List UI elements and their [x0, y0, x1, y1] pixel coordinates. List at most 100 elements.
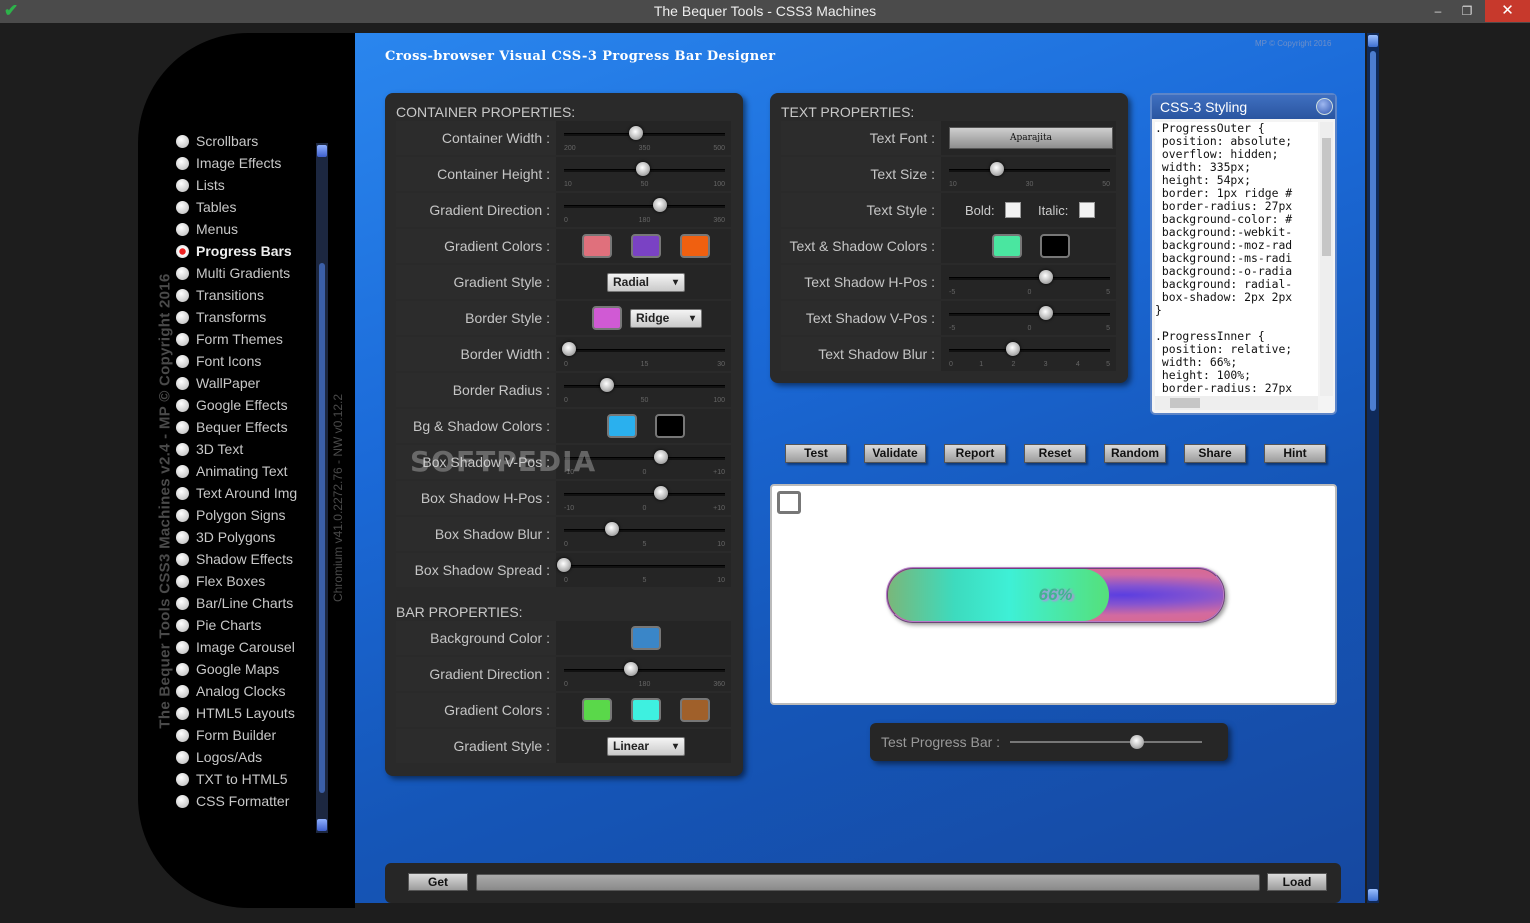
radio-icon[interactable] [176, 750, 189, 764]
radio-icon[interactable] [176, 574, 189, 588]
text-shadow-blur-slider[interactable]: 0 1 2 3 4 5 [949, 341, 1110, 368]
sidebar-item-wallpaper[interactable]: WallPaper [170, 372, 297, 394]
box-shadow-spread-slider[interactable]: 0 5 10 [557, 557, 725, 584]
radio-icon[interactable] [176, 728, 189, 742]
sidebar-item-multi-gradients[interactable]: Multi Gradients [170, 262, 297, 284]
sidebar-item-text-around-img[interactable]: Text Around Img [170, 482, 297, 504]
main-scroll-thumb[interactable] [1370, 51, 1376, 411]
url-field[interactable] [476, 874, 1260, 891]
gradient-style-select[interactable]: Radial [607, 273, 685, 292]
text-font-button[interactable]: Aparajita [949, 127, 1113, 149]
border-style-select[interactable]: Ridge [630, 309, 702, 328]
italic-checkbox[interactable] [1079, 202, 1095, 218]
shadow-color-swatch[interactable] [655, 414, 685, 438]
maximize-button[interactable]: ❐ [1458, 0, 1476, 22]
bar-gradient-color-3-swatch[interactable] [680, 698, 710, 722]
sidebar-item-image-effects[interactable]: Image Effects [170, 152, 297, 174]
sidebar-item-transforms[interactable]: Transforms [170, 306, 297, 328]
container-width-slider[interactable]: 200 350 500 [564, 125, 725, 152]
sidebar-item-logos-ads[interactable]: Logos/Ads [170, 746, 297, 768]
minimize-button[interactable]: – [1430, 0, 1446, 22]
gradient-color-2-swatch[interactable] [631, 234, 661, 258]
text-shadow-v-slider[interactable]: -5 0 5 [949, 305, 1110, 332]
sidebar-item-txt-to-html5[interactable]: TXT to HTML5 [170, 768, 297, 790]
sidebar-item-google-maps[interactable]: Google Maps [170, 658, 297, 680]
validate-button[interactable]: Validate [864, 444, 926, 463]
bold-checkbox[interactable] [1005, 202, 1021, 218]
sidebar-item-css-formatter[interactable]: CSS Formatter [170, 790, 297, 812]
radio-icon[interactable] [176, 332, 189, 346]
sidebar-item-bar-line-charts[interactable]: Bar/Line Charts [170, 592, 297, 614]
radio-icon[interactable] [176, 530, 189, 544]
slider-thumb[interactable] [629, 126, 644, 140]
share-button[interactable]: Share [1184, 444, 1246, 463]
gradient-direction-slider[interactable]: 0 180 360 [564, 197, 725, 224]
radio-icon[interactable] [176, 420, 189, 434]
css-code-scroll-thumb[interactable] [1322, 138, 1331, 256]
scroll-up-arrow[interactable] [317, 145, 327, 157]
test-progress-slider[interactable] [1010, 735, 1202, 749]
border-color-swatch[interactable] [592, 306, 622, 330]
radio-icon[interactable] [176, 464, 189, 478]
sidebar-item-bequer-effects[interactable]: Bequer Effects [170, 416, 297, 438]
close-button[interactable]: ✕ [1485, 0, 1530, 22]
bg-color-swatch[interactable] [607, 414, 637, 438]
sidebar-item-menus[interactable]: Menus [170, 218, 297, 240]
border-radius-slider[interactable]: 0 50 100 [564, 377, 725, 404]
css-code-area[interactable]: .ProgressOuter { position: absolute; ove… [1155, 122, 1318, 396]
slider-thumb[interactable] [605, 522, 620, 536]
report-button[interactable]: Report [944, 444, 1006, 463]
radio-icon[interactable] [176, 200, 189, 214]
border-width-slider[interactable]: 0 15 30 [562, 341, 725, 368]
sidebar-item-progress-bars[interactable]: Progress Bars [170, 240, 297, 262]
radio-icon[interactable] [176, 288, 189, 302]
gradient-color-1-swatch[interactable] [582, 234, 612, 258]
sidebar-item-google-effects[interactable]: Google Effects [170, 394, 297, 416]
slider-thumb[interactable] [1006, 342, 1021, 356]
radio-icon[interactable] [176, 156, 189, 170]
sidebar-item-3d-text[interactable]: 3D Text [170, 438, 297, 460]
sidebar-item-pie-charts[interactable]: Pie Charts [170, 614, 297, 636]
sidebar-item-lists[interactable]: Lists [170, 174, 297, 196]
radio-icon[interactable] [176, 508, 189, 522]
random-button[interactable]: Random [1104, 444, 1166, 463]
sidebar-item-image-carousel[interactable]: Image Carousel [170, 636, 297, 658]
main-scrollbar[interactable] [1367, 33, 1379, 903]
sidebar-scrollbar[interactable] [316, 143, 328, 833]
radio-icon[interactable] [176, 310, 189, 324]
radio-icon[interactable] [176, 266, 189, 280]
bar-gradient-color-2-swatch[interactable] [631, 698, 661, 722]
sidebar-item-3d-polygons[interactable]: 3D Polygons [170, 526, 297, 548]
get-button[interactable]: Get [408, 873, 468, 891]
text-size-slider[interactable]: 10 30 50 [949, 161, 1110, 188]
css-code-vertical-scrollbar[interactable] [1320, 122, 1333, 396]
radio-icon[interactable] [176, 442, 189, 456]
box-shadow-blur-slider[interactable]: 0 5 10 [564, 521, 725, 548]
load-button[interactable]: Load [1267, 873, 1327, 891]
bar-gradient-color-1-swatch[interactable] [582, 698, 612, 722]
radio-icon[interactable] [176, 596, 189, 610]
slider-thumb[interactable] [653, 450, 668, 464]
radio-icon[interactable] [176, 794, 189, 808]
radio-icon[interactable] [176, 684, 189, 698]
bar-gradient-direction-slider[interactable]: 0 180 360 [564, 661, 725, 688]
radio-icon[interactable] [176, 552, 189, 566]
radio-icon[interactable] [176, 398, 189, 412]
test-button[interactable]: Test [785, 444, 847, 463]
container-height-slider[interactable]: 10 50 100 [564, 161, 725, 188]
text-color-swatch[interactable] [992, 234, 1022, 258]
box-shadow-h-slider[interactable]: -10 0 +10 [564, 485, 725, 512]
main-scroll-up-arrow[interactable] [1368, 35, 1378, 47]
radio-icon[interactable] [176, 376, 189, 390]
test-progress-thumb[interactable] [1129, 735, 1144, 749]
sidebar-item-form-builder[interactable]: Form Builder [170, 724, 297, 746]
slider-thumb[interactable] [653, 198, 668, 212]
sidebar-item-polygon-signs[interactable]: Polygon Signs [170, 504, 297, 526]
sidebar-item-animating-text[interactable]: Animating Text [170, 460, 297, 482]
radio-icon[interactable] [176, 178, 189, 192]
slider-thumb[interactable] [1038, 306, 1053, 320]
slider-thumb[interactable] [653, 486, 668, 500]
sidebar-item-flex-boxes[interactable]: Flex Boxes [170, 570, 297, 592]
sidebar-item-form-themes[interactable]: Form Themes [170, 328, 297, 350]
scroll-thumb[interactable] [319, 263, 325, 793]
